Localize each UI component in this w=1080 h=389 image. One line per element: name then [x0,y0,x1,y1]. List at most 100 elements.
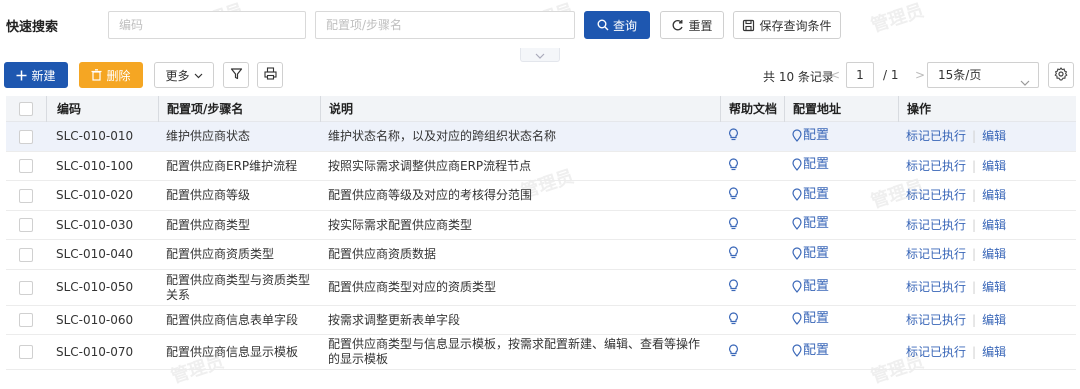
mark-executed-link[interactable]: 标记已执行 [906,313,966,327]
edit-link[interactable]: 编辑 [982,218,1006,232]
config-link-label: 配置 [803,343,830,358]
table-row[interactable]: SLC-010-050 配置供应商类型与资质类型关系 配置供应商类型对应的资质类型 配… [6,270,1076,306]
row-code: SLC-010-060 [56,312,134,327]
table-row[interactable]: SLC-010-030 配置供应商类型 按实际需求配置供应商类型 配置 标记已执行 | 编辑 [6,211,1076,240]
name-search-input[interactable] [315,11,575,39]
edit-link[interactable]: 编辑 [982,129,1006,143]
help-doc-cell [720,157,784,175]
select-all-checkbox[interactable] [19,101,33,116]
config-link[interactable]: 配置 [792,216,829,231]
ops-divider: | [972,188,977,202]
prev-page-button[interactable]: < [830,68,840,82]
row-checkbox[interactable] [19,188,33,203]
table-row[interactable]: SLC-010-010 维护供应商状态 维护状态名称，以及对应的跨组织状态名称 配置 标… [6,122,1076,152]
edit-link[interactable]: 编辑 [982,159,1006,173]
page-size-select[interactable]: 15条/页 [927,62,1039,88]
header-code[interactable]: 编码 [46,95,158,122]
config-link[interactable]: 配置 [792,157,829,172]
header-ops[interactable]: 操作 [898,95,1076,122]
lightbulb-icon[interactable] [728,216,739,230]
ops-cell: 标记已执行 | 编辑 [898,313,1076,328]
row-checkbox[interactable] [19,159,33,173]
page-number-input[interactable] [846,62,874,88]
row-select-cell [6,345,46,359]
more-dropdown[interactable]: 更多 [154,62,214,88]
config-link-label: 配置 [803,245,830,261]
row-checkbox[interactable] [19,313,33,327]
row-checkbox[interactable] [19,129,33,144]
ops-divider: | [972,312,977,327]
location-pin-icon [792,128,802,142]
header-url[interactable]: 配置地址 [784,95,898,122]
header-name[interactable]: 配置项/步骤名 [158,95,320,122]
edit-link[interactable]: 编辑 [982,313,1006,327]
header-help[interactable]: 帮助文档 [720,95,784,122]
config-url-cell: 配置 [784,128,898,146]
row-checkbox[interactable] [19,345,33,359]
config-link[interactable]: 配置 [792,279,829,294]
lightbulb-icon[interactable] [728,187,739,200]
edit-link[interactable]: 编辑 [982,280,1006,294]
table-row[interactable]: SLC-010-100 配置供应商ERP维护流程 按照实际需求调整供应商ERP流程节… [6,152,1076,181]
delete-button[interactable]: 删除 [79,62,143,88]
new-button[interactable]: 新建 [4,62,68,88]
config-url-cell: 配置 [784,246,898,264]
ops-divider: | [972,247,977,261]
query-button[interactable]: 查询 [584,11,650,39]
row-code: SLC-010-050 [56,280,134,294]
trash-icon [91,69,102,81]
row-select-cell [6,280,46,295]
config-link[interactable]: 配置 [792,246,829,261]
next-page-button[interactable]: > [915,68,925,82]
edit-link[interactable]: 编辑 [982,247,1006,261]
mark-executed-link[interactable]: 标记已执行 [906,247,966,261]
row-select-cell [6,159,46,173]
lightbulb-icon[interactable] [728,343,739,357]
config-link[interactable]: 配置 [792,187,829,202]
lightbulb-icon[interactable] [728,128,739,141]
row-checkbox[interactable] [19,280,33,295]
code-search-input[interactable] [108,11,306,39]
mark-executed-link[interactable]: 标记已执行 [906,218,966,232]
table-row[interactable]: SLC-010-020 配置供应商等级 配置供应商等级及对应的考核得分范围 配置 标记已… [6,181,1076,211]
mark-executed-link[interactable]: 标记已执行 [906,129,966,143]
quick-search-title: 快速搜索 [6,20,59,35]
row-select-cell [6,218,46,232]
row-checkbox[interactable] [19,218,33,232]
table-row[interactable]: SLC-010-040 配置供应商资质类型 配置供应商资质数据 配置 标记已执行 | 编辑 [6,240,1076,270]
lightbulb-icon[interactable] [728,311,739,325]
lightbulb-icon[interactable] [728,246,739,259]
lightbulb-icon[interactable] [728,157,739,171]
help-doc-cell [720,343,784,361]
config-link[interactable]: 配置 [792,128,829,143]
print-button[interactable] [257,62,283,88]
table-row[interactable]: SLC-010-060 配置供应商信息表单字段 按需求调整更新表单字段 配置 标记已执行… [6,306,1076,335]
row-code: SLC-010-070 [56,344,134,359]
mark-executed-link[interactable]: 标记已执行 [906,188,966,202]
more-dropdown-label: 更多 [165,68,190,83]
header-desc[interactable]: 说明 [320,95,720,122]
collapse-toggle[interactable] [520,48,560,62]
lightbulb-icon[interactable] [728,279,739,292]
chevron-down-icon [535,48,545,62]
save-query-button[interactable]: 保存查询条件 [733,11,841,39]
filter-icon [230,67,243,83]
search-icon [597,19,609,31]
config-url-cell: 配置 [784,157,898,175]
mark-executed-link[interactable]: 标记已执行 [906,280,966,294]
save-query-button-label: 保存查询条件 [759,18,832,33]
config-link[interactable]: 配置 [792,343,829,358]
delete-button-label: 删除 [106,68,131,83]
config-url-cell: 配置 [784,343,898,361]
row-select-cell [6,313,46,327]
mark-executed-link[interactable]: 标记已执行 [906,159,966,173]
filter-button[interactable] [223,62,249,88]
reset-button[interactable]: 重置 [660,11,724,39]
table-row[interactable]: SLC-010-070 配置供应商信息显示模板 配置供应商类型与信息显示模板，按需求… [6,335,1076,370]
config-link[interactable]: 配置 [792,311,829,326]
mark-executed-link[interactable]: 标记已执行 [906,345,966,359]
edit-link[interactable]: 编辑 [982,345,1006,359]
column-settings-button[interactable] [1048,62,1074,88]
edit-link[interactable]: 编辑 [982,188,1006,202]
row-checkbox[interactable] [19,247,33,262]
